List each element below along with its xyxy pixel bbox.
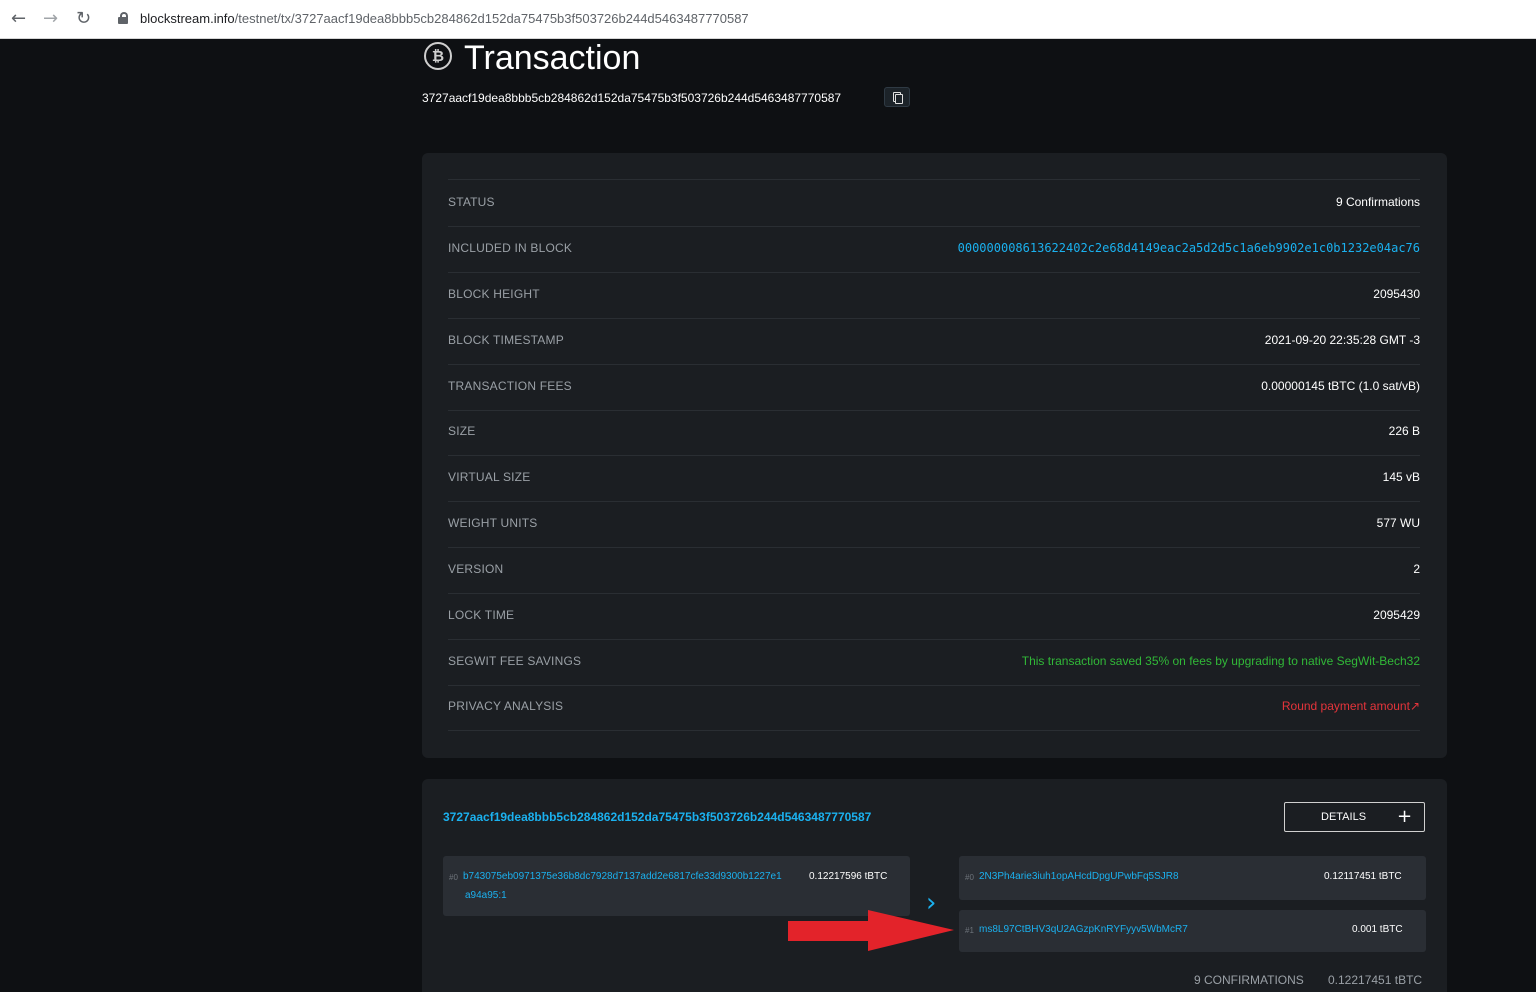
transaction-details-card: STATUS 9 Confirmations INCLUDED IN BLOCK… [422, 153, 1447, 758]
detail-row-virtual-size: VIRTUAL SIZE 145 vB [448, 455, 1420, 502]
detail-label: SEGWIT FEE SAVINGS [448, 654, 582, 668]
forward-arrow-icon[interactable]: → [43, 9, 58, 29]
input-amount: 0.12217596 tBTC [809, 871, 888, 882]
copy-txid-button[interactable] [884, 87, 910, 107]
detail-row-timestamp: BLOCK TIMESTAMP 2021-09-20 22:35:28 GMT … [448, 318, 1420, 365]
output-address-link[interactable]: 2N3Ph4arie3iuh1opAHcdDpgUPwbFq5SJR8 [979, 871, 1179, 882]
total-output-amount: 0.12217451 tBTC [1328, 973, 1423, 987]
detail-value: 0.00000145 tBTC (1.0 sat/vB) [1261, 379, 1420, 393]
input-prevout-link-continued[interactable]: a94a95:1 [465, 890, 507, 901]
detail-value: 2095429 [1373, 608, 1420, 622]
detail-value: 2 [1413, 562, 1420, 576]
detail-label: LOCK TIME [448, 608, 515, 622]
detail-row-privacy: PRIVACY ANALYSIS Round payment amount↗ [448, 684, 1420, 731]
detail-label: INCLUDED IN BLOCK [448, 241, 573, 255]
input-prevout-link[interactable]: b743075eb0971375e36b8dc7928d7137add2e681… [463, 871, 782, 882]
detail-label: STATUS [448, 195, 495, 209]
io-txid-link[interactable]: 3727aacf19dea8bbb5cb284862d152da75475b3f… [443, 810, 871, 824]
detail-value: 226 B [1388, 424, 1420, 438]
detail-value: 2095430 [1373, 287, 1420, 301]
output-amount: 0.001 tBTC [1352, 924, 1403, 935]
output-box: #0 2N3Ph4arie3iuh1opAHcdDpgUPwbFq5SJR8 0… [959, 856, 1426, 900]
detail-row-status: STATUS 9 Confirmations [448, 179, 1420, 227]
url-host: blockstream.info [140, 11, 235, 26]
output-address-link[interactable]: ms8L97CtBHV3qU2AGzpKnRYFyyv5WbMcR7 [979, 924, 1188, 935]
detail-label: WEIGHT UNITS [448, 516, 538, 530]
address-bar[interactable]: blockstream.info/testnet/tx/3727aacf19de… [140, 11, 749, 26]
block-hash-link[interactable]: 000000008613622402c2e68d4149eac2a5d2d5c1… [958, 241, 1420, 255]
detail-value: 2021-09-20 22:35:28 GMT -3 [1264, 333, 1420, 347]
detail-row-weight-units: WEIGHT UNITS 577 WU [448, 501, 1420, 548]
detail-label: SIZE [448, 424, 476, 438]
segwit-savings-text: This transaction saved 35% on fees by up… [1021, 654, 1420, 668]
detail-row-version: VERSION 2 [448, 547, 1420, 594]
output-index: #1 [965, 926, 974, 935]
transaction-id: 3727aacf19dea8bbb5cb284862d152da75475b3f… [422, 91, 842, 105]
detail-row-block-height: BLOCK HEIGHT 2095430 [448, 272, 1420, 319]
detail-row-fees: TRANSACTION FEES 0.00000145 tBTC (1.0 sa… [448, 364, 1420, 411]
input-index: #0 [449, 873, 458, 882]
input-box: #0 b743075eb0971375e36b8dc7928d7137add2e… [443, 856, 910, 916]
output-amount: 0.12117451 tBTC [1324, 871, 1402, 882]
page-title: Transaction [464, 39, 641, 77]
detail-row-size: SIZE 226 B [448, 409, 1420, 456]
back-arrow-icon[interactable]: ← [11, 9, 26, 29]
url-path: /testnet/tx/3727aacf19dea8bbb5cb284862d1… [234, 11, 749, 26]
detail-value: 145 vB [1382, 470, 1420, 484]
detail-value: 577 WU [1376, 516, 1420, 530]
bitcoin-icon: ₿ [424, 42, 452, 70]
detail-row-lock-time: LOCK TIME 2095429 [448, 593, 1420, 640]
detail-label: VIRTUAL SIZE [448, 470, 531, 484]
detail-label: TRANSACTION FEES [448, 379, 572, 393]
lock-icon[interactable] [118, 12, 128, 24]
output-box: #1 ms8L97CtBHV3qU2AGzpKnRYFyyv5WbMcR7 0.… [959, 910, 1426, 952]
details-label: DETAILS [1321, 811, 1367, 823]
detail-row-segwit-savings: SEGWIT FEE SAVINGS This transaction save… [448, 639, 1420, 686]
detail-label: PRIVACY ANALYSIS [448, 699, 564, 713]
privacy-analysis-link[interactable]: Round payment amount↗ [1282, 699, 1420, 713]
detail-row-block: INCLUDED IN BLOCK 000000008613622402c2e6… [448, 226, 1420, 273]
details-button[interactable]: DETAILS + [1284, 802, 1425, 832]
output-index: #0 [965, 873, 974, 882]
detail-label: BLOCK TIMESTAMP [448, 333, 564, 347]
annotation-arrow-icon [788, 910, 954, 951]
browser-toolbar: ← → ↻ blockstream.info/testnet/tx/3727aa… [0, 0, 1536, 39]
detail-value: 9 Confirmations [1335, 195, 1420, 209]
reload-icon[interactable]: ↻ [76, 9, 91, 29]
detail-label: VERSION [448, 562, 504, 576]
detail-label: BLOCK HEIGHT [448, 287, 540, 301]
confirmations-badge: 9 CONFIRMATIONS [1194, 973, 1304, 987]
plus-icon: + [1397, 806, 1413, 827]
